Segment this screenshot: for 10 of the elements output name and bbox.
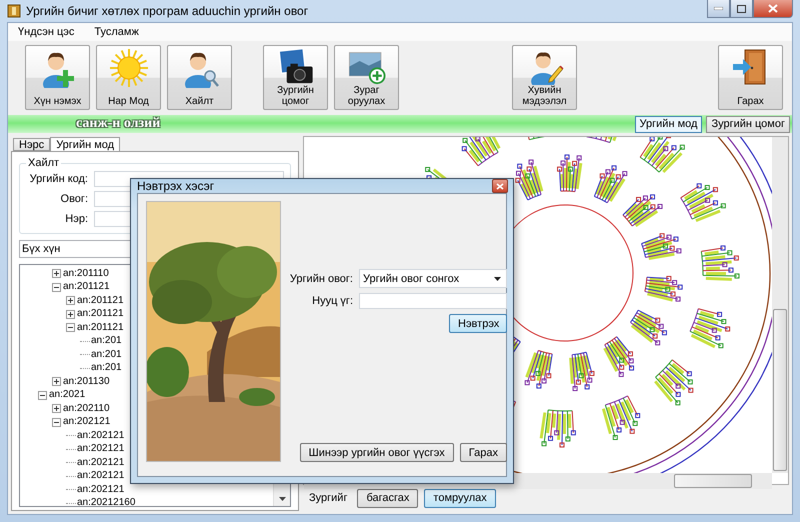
field-label: Ургийн овог:: [289, 272, 353, 284]
field-label: Овог:: [60, 193, 88, 205]
field-label: Нэр:: [64, 213, 88, 225]
dialog-title: Нэвтрэх хэсэг: [137, 179, 214, 193]
zoom-label: Зургийг: [309, 492, 348, 504]
field-label: Ургийн код:: [28, 173, 88, 185]
window-title: Ургийн бичиг хөтлөх програм aduuchin ургийн овог: [26, 4, 308, 18]
field-label: Нууц үг:: [311, 295, 353, 307]
group-title: Хайлт: [27, 157, 60, 169]
family-name: санж-н олзий: [76, 116, 160, 132]
